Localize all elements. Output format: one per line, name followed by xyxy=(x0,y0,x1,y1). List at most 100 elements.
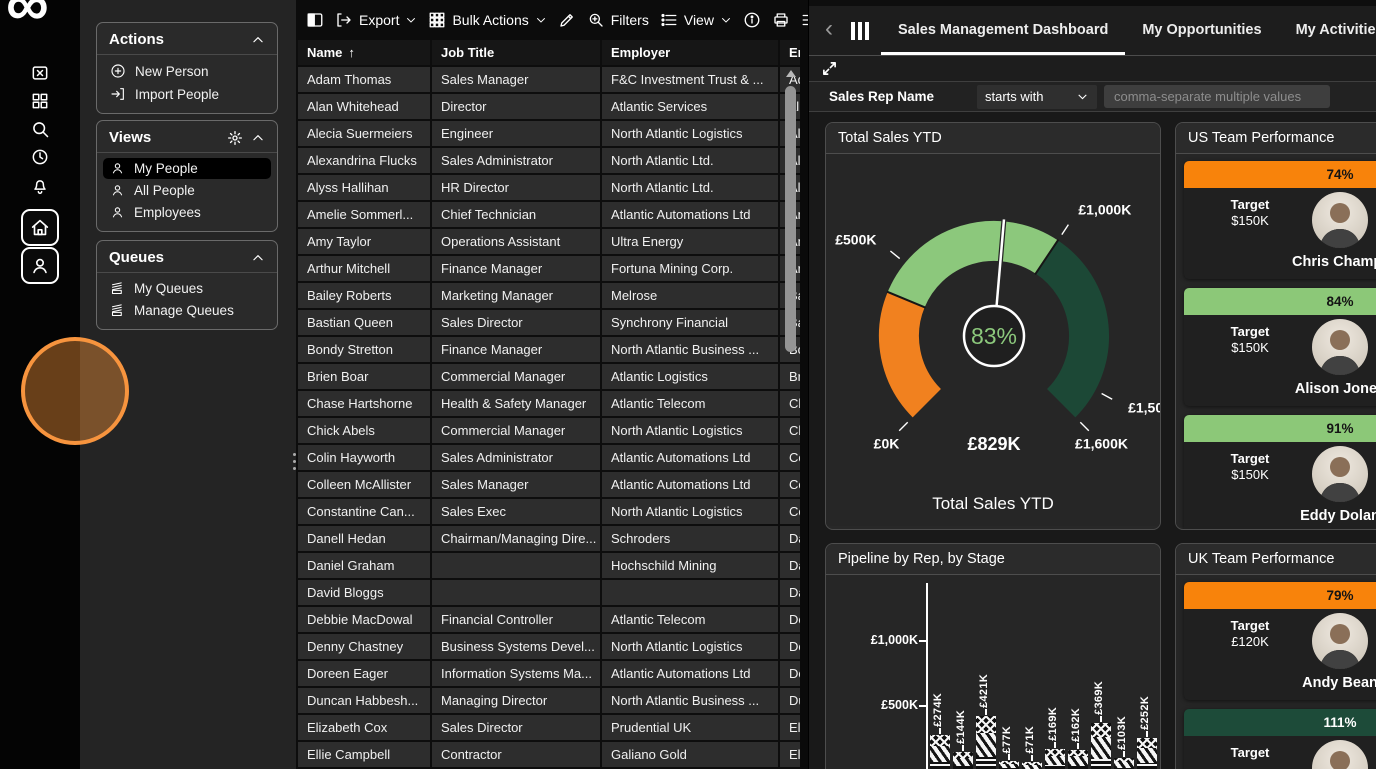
column-header[interactable]: Employer xyxy=(600,40,780,67)
team-member-card[interactable]: 111% Target xyxy=(1184,709,1376,769)
edit-button[interactable] xyxy=(558,11,576,29)
table-row[interactable]: Duncan Habbesh... Managing Director North … xyxy=(296,686,802,715)
notifications-bell-icon[interactable] xyxy=(29,174,51,196)
filter-value-input[interactable] xyxy=(1104,85,1330,108)
pipeline-bar[interactable] xyxy=(976,716,996,769)
tab-sales-management-dashboard[interactable]: Sales Management Dashboard xyxy=(881,6,1126,55)
pipeline-bar[interactable] xyxy=(1045,749,1065,769)
team-members: 79% Target £120K Andy Bean 111% Target xyxy=(1176,575,1376,769)
chevron-down-icon xyxy=(1078,94,1087,100)
search-icon[interactable] xyxy=(29,118,51,140)
team-member-card[interactable]: 79% Target £120K Andy Bean xyxy=(1184,582,1376,700)
print-button[interactable] xyxy=(772,11,790,29)
queue-item-my-queues[interactable]: My Queues xyxy=(103,278,271,299)
gear-icon[interactable] xyxy=(227,130,243,146)
table-row[interactable]: Colleen McAllister Sales Manager Atlantic … xyxy=(296,470,802,499)
column-header[interactable]: Job Title xyxy=(430,40,602,67)
scroll-up-arrow-icon[interactable] xyxy=(786,70,796,77)
pipeline-bar[interactable] xyxy=(999,760,1019,769)
table-cell: Sales Director xyxy=(430,308,602,337)
table-cell: Chief Technician xyxy=(430,200,602,229)
table-row[interactable]: Amy Taylor Operations Assistant Ultra Ener… xyxy=(296,227,802,256)
table-row[interactable]: Elizabeth Cox Sales Director Prudential UK… xyxy=(296,713,802,742)
actions-header[interactable]: Actions xyxy=(97,23,277,55)
pipeline-bar[interactable] xyxy=(1091,723,1111,769)
back-chevron-icon[interactable]: ‹ xyxy=(821,15,843,47)
info-button[interactable] xyxy=(743,11,761,29)
table-row[interactable]: Alecia Suermeiers Engineer North Atlantic … xyxy=(296,119,802,148)
table-row[interactable]: Alyss Hallihan HR Director North Atlantic … xyxy=(296,173,802,202)
target-block: Target £120K xyxy=(1220,618,1280,649)
table-row[interactable]: Daniel GrahamHochschild MiningDa xyxy=(296,551,802,580)
table-row[interactable]: David BloggsDa xyxy=(296,578,802,607)
table-row[interactable]: Bastian Queen Sales Director Synchrony Fin… xyxy=(296,308,802,337)
tab-my-activities[interactable]: My Activities xyxy=(1279,6,1376,55)
view-item-my-people[interactable]: My People xyxy=(103,158,271,179)
expand-icon[interactable] xyxy=(822,61,837,76)
table-row[interactable]: Denny Chastney Business Systems Devel... N… xyxy=(296,632,802,661)
team-member-card[interactable]: 84% Target $150K Alison Jones xyxy=(1184,288,1376,406)
kiosk-icon[interactable] xyxy=(29,62,51,84)
table-row[interactable]: Alexandrina Flucks Sales Administrator Nor… xyxy=(296,146,802,175)
table-row[interactable]: Brien Boar Commercial Manager Atlantic Log… xyxy=(296,362,802,391)
table-row[interactable]: Debbie MacDowal Financial Controller Atlan… xyxy=(296,605,802,634)
tab-my-opportunities[interactable]: My Opportunities xyxy=(1125,6,1278,55)
action-new-person[interactable]: New Person xyxy=(103,60,271,82)
table-header-row: Name↑Job TitleEmployerEmail xyxy=(296,40,802,67)
table-row[interactable]: Doreen Eager Information Systems Ma... Atl… xyxy=(296,659,802,688)
filters-button[interactable]: Filters xyxy=(587,11,649,29)
recent-clock-icon[interactable] xyxy=(29,146,51,168)
apps-grid-icon[interactable] xyxy=(29,90,51,112)
table-cell: Chairman/Managing Dire... xyxy=(430,524,602,553)
pipeline-bar[interactable] xyxy=(953,752,973,769)
table-row[interactable]: Ellie Campbell Contractor Galiano Gold El xyxy=(296,740,802,769)
target-value: $150K xyxy=(1231,340,1269,355)
action-import-people[interactable]: Import People xyxy=(103,83,271,105)
bulk-grid-icon xyxy=(430,12,445,28)
views-card: Views My People All People Employees xyxy=(96,120,278,232)
scrollbar-thumb[interactable] xyxy=(785,86,796,352)
views-header[interactable]: Views xyxy=(97,121,277,153)
home-button[interactable] xyxy=(21,209,59,246)
y-tick-mark xyxy=(919,705,927,707)
pipeline-bar[interactable] xyxy=(1022,761,1042,769)
table-row[interactable]: Alan WhiteheadDirectorAtlantic Servicesa… xyxy=(296,92,802,121)
table-row[interactable]: Constantine Can... Sales Exec North Atlant… xyxy=(296,497,802,526)
target-label: Target xyxy=(1230,197,1270,212)
column-header[interactable]: Email xyxy=(778,40,802,67)
queue-item-manage-queues[interactable]: Manage Queues xyxy=(103,300,271,321)
queues-card: Queues My Queues Manage Queues xyxy=(96,240,278,330)
member-name: Andy Bean xyxy=(1302,675,1376,691)
export-button[interactable]: Export xyxy=(335,11,417,29)
pipeline-bar[interactable] xyxy=(930,735,950,769)
table-row[interactable]: Chick Abels Commercial Manager North Atlan… xyxy=(296,416,802,445)
panel-toggle-button[interactable] xyxy=(306,11,324,29)
queues-header[interactable]: Queues xyxy=(97,241,277,273)
team-member-card[interactable]: 74% Target $150K Chris Champr xyxy=(1184,161,1376,279)
pipeline-bar[interactable] xyxy=(1114,757,1134,769)
target-block: Target $150K xyxy=(1220,451,1280,482)
table-row[interactable]: Arthur Mitchell Finance Manager Fortuna Mi… xyxy=(296,254,802,283)
table-cell: Atlantic Automations Ltd xyxy=(600,443,780,472)
table-row[interactable]: Adam Thomas Sales Manager F&C Investment T… xyxy=(296,65,802,94)
people-section-button[interactable] xyxy=(21,247,59,284)
panel-resize-handle[interactable] xyxy=(293,453,297,474)
pipeline-bar[interactable] xyxy=(1068,749,1088,769)
view-item-all-people[interactable]: All People xyxy=(103,180,271,201)
team-member-card[interactable]: 91% Target $150K Eddy Dolan xyxy=(1184,415,1376,529)
table-row[interactable]: Bondy Stretton Finance Manager North Atlan… xyxy=(296,335,802,364)
bulk-actions-button[interactable]: Bulk Actions xyxy=(428,11,546,29)
table-row[interactable]: Colin Hayworth Sales Administrator Atlanti… xyxy=(296,443,802,472)
table-row[interactable]: Amelie Sommerl... Chief Technician Atlanti… xyxy=(296,200,802,229)
view-button[interactable]: View xyxy=(660,11,732,29)
table-row[interactable]: Bailey RobertsMarketing ManagerMelroseBa xyxy=(296,281,802,310)
pipeline-bar[interactable] xyxy=(1137,738,1157,769)
view-item-employees[interactable]: Employees xyxy=(103,202,271,223)
column-header[interactable]: Name ↑ xyxy=(296,40,432,67)
filter-operator-select[interactable]: starts with xyxy=(977,84,1097,109)
table-scrollbar[interactable] xyxy=(784,70,798,765)
columns-icon[interactable] xyxy=(851,21,869,40)
table-row[interactable]: Danell Hedan Chairman/Managing Dire... Sch… xyxy=(296,524,802,553)
table-cell: Atlantic Automations Ltd xyxy=(600,200,780,229)
table-row[interactable]: Chase Hartshorne Health & Safety Manager A… xyxy=(296,389,802,418)
